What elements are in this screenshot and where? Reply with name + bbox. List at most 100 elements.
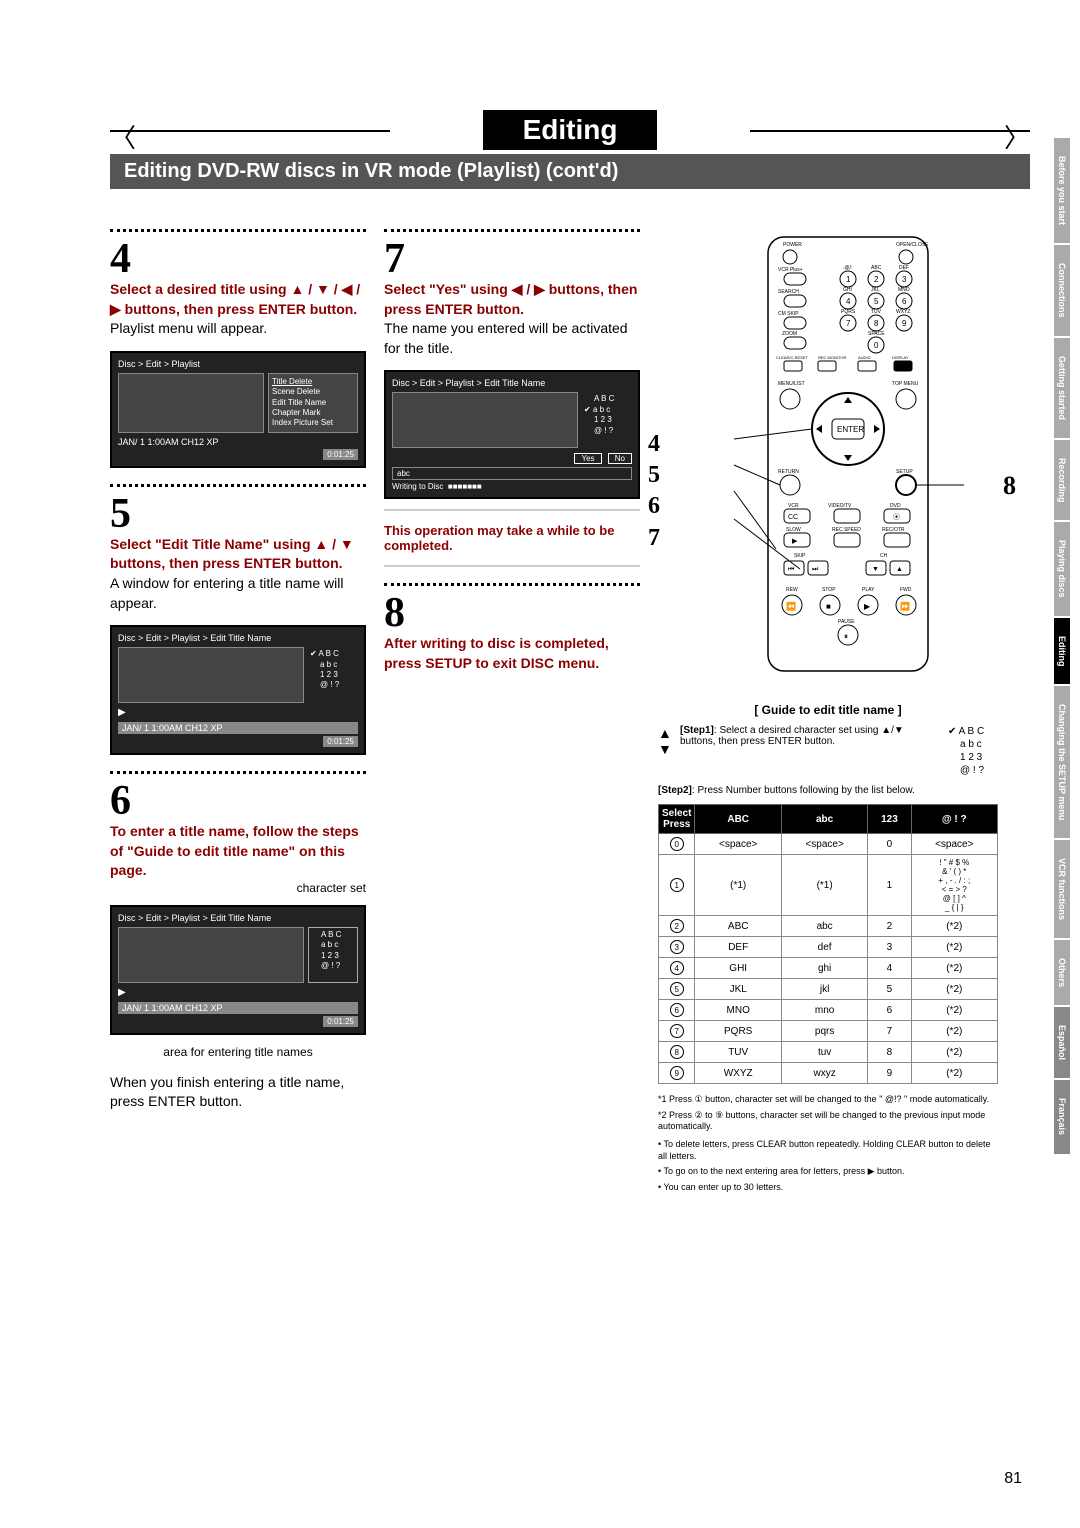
svg-text:0: 0 — [874, 341, 879, 350]
step-4-number: 4 — [110, 238, 366, 280]
svg-text:REC SPEED: REC SPEED — [832, 527, 861, 533]
svg-text:ZOOM: ZOOM — [782, 331, 797, 337]
tab-francais[interactable]: Français — [1054, 1080, 1070, 1153]
character-set-label: character set — [110, 881, 366, 895]
tab-recording[interactable]: Recording — [1054, 440, 1070, 521]
svg-text:⏩: ⏩ — [900, 601, 910, 611]
step-5-heading: Select "Edit Title Name" using ▲ / ▼ but… — [110, 535, 366, 574]
step-6-number: 6 — [110, 780, 366, 822]
svg-text:⏮: ⏮ — [788, 566, 794, 573]
remote-control-icon: POWER OPEN/CLOSE VCR Plus+ 1.@/: 2ABC 3D… — [728, 229, 968, 679]
step-4-heading: Select a desired title using ▲ / ▼ / ◀ /… — [110, 280, 366, 319]
table-row: 3DEFdef3(*2) — [659, 937, 998, 958]
svg-text:2: 2 — [874, 275, 879, 284]
step-5-number: 5 — [110, 493, 366, 535]
tab-getting-started[interactable]: Getting started — [1054, 338, 1070, 438]
screenshot-edit-title-1: Disc > Edit > Playlist > Edit Title Name… — [110, 625, 366, 755]
side-tabs: Before you start Connections Getting sta… — [1054, 138, 1070, 1156]
svg-text:CC: CC — [788, 514, 798, 521]
tab-connections[interactable]: Connections — [1054, 245, 1070, 336]
svg-text:PQRS: PQRS — [841, 309, 856, 315]
svg-text:REC MONITOR: REC MONITOR — [818, 355, 846, 360]
svg-text:DVD: DVD — [890, 503, 901, 509]
tab-before-you-start[interactable]: Before you start — [1054, 138, 1070, 243]
svg-text:CLEAR/C-RESET: CLEAR/C-RESET — [776, 355, 809, 360]
svg-text:▶: ▶ — [864, 602, 871, 611]
svg-text:⏸: ⏸ — [844, 632, 848, 641]
svg-text:JKL: JKL — [871, 287, 880, 293]
svg-text:ENTER: ENTER — [837, 425, 864, 434]
table-row: 5JKLjkl5(*2) — [659, 979, 998, 1000]
step-6-footer: When you finish entering a title name, p… — [110, 1073, 366, 1112]
svg-text:VCR Plus+: VCR Plus+ — [778, 267, 803, 273]
tab-editing[interactable]: Editing — [1054, 618, 1070, 685]
table-row: 7PQRSpqrs7(*2) — [659, 1021, 998, 1042]
svg-text:POWER: POWER — [783, 242, 802, 248]
svg-text:DISPLAY: DISPLAY — [892, 355, 909, 360]
svg-text:SKIP: SKIP — [794, 553, 806, 559]
yes-button[interactable]: Yes — [574, 453, 601, 464]
page-title-banner: 〈 Editing 〉 — [110, 110, 1030, 150]
step-7-body: The name you entered will be activated f… — [384, 319, 640, 358]
svg-text:TOP MENU: TOP MENU — [892, 381, 919, 387]
svg-text:■: ■ — [826, 602, 831, 611]
svg-text:SPACE: SPACE — [868, 331, 885, 337]
svg-text:CM SKIP: CM SKIP — [778, 311, 799, 317]
svg-text:TUV: TUV — [871, 309, 882, 315]
step-7-number: 7 — [384, 238, 640, 280]
step-7-heading: Select "Yes" using ◀ / ▶ buttons, then p… — [384, 280, 640, 319]
svg-text:⦿: ⦿ — [893, 513, 900, 521]
table-row: 2ABCabc2(*2) — [659, 916, 998, 937]
svg-text:RETURN: RETURN — [778, 469, 799, 475]
guide-step-1: ▲▼ [Step1]: Select a desired character s… — [658, 725, 998, 777]
step-4-body: Playlist menu will appear. — [110, 319, 366, 339]
table-row: 8TUVtuv8(*2) — [659, 1042, 998, 1063]
character-table: Select Press ABC abc 123 @ ! ? 0<space><… — [658, 804, 998, 1084]
screenshot-confirm: Disc > Edit > Playlist > Edit Title Name… — [384, 370, 640, 499]
svg-text:STOP: STOP — [822, 587, 836, 593]
chevron-left-icon: 〈 — [110, 118, 136, 155]
table-row: 6MNOmno6(*2) — [659, 1000, 998, 1021]
no-button[interactable]: No — [608, 453, 632, 464]
area-label: area for entering title names — [110, 1045, 366, 1059]
page-title: Editing — [483, 110, 658, 150]
svg-text:VCR: VCR — [788, 503, 799, 509]
screenshot-edit-title-2: Disc > Edit > Playlist > Edit Title Name… — [110, 905, 366, 1035]
svg-text:3: 3 — [902, 275, 907, 284]
svg-text:GHI: GHI — [843, 287, 852, 293]
table-row: 9WXYZwxyz9(*2) — [659, 1063, 998, 1084]
step-8-heading: After writing to disc is completed, pres… — [384, 634, 640, 673]
screenshot-playlist-menu: Disc > Edit > Playlist Title Delete Scen… — [110, 351, 366, 468]
tab-espanol[interactable]: Español — [1054, 1007, 1070, 1078]
step-6-heading: To enter a title name, follow the steps … — [110, 822, 366, 881]
step-8-number: 8 — [384, 592, 640, 634]
tab-others[interactable]: Others — [1054, 940, 1070, 1005]
svg-text:⏭: ⏭ — [812, 566, 819, 573]
svg-text:WXYZ: WXYZ — [896, 309, 910, 315]
svg-text:8: 8 — [874, 319, 879, 328]
svg-text:SEARCH: SEARCH — [778, 289, 799, 295]
guide-step-2: [Step2]: Press Number buttons following … — [658, 785, 998, 796]
svg-text:PLAY: PLAY — [862, 587, 875, 593]
svg-text:▶: ▶ — [792, 538, 798, 545]
svg-text:ABC: ABC — [871, 265, 882, 271]
tab-setup-menu[interactable]: Changing the SETUP menu — [1054, 686, 1070, 838]
svg-text:DEF: DEF — [899, 265, 909, 271]
svg-text:MNO: MNO — [898, 287, 910, 293]
subtitle-bar: Editing DVD-RW discs in VR mode (Playlis… — [110, 154, 1030, 189]
table-row: 1(*1)(*1)1! " # $ % & ' ( ) * + , - . / … — [659, 855, 998, 916]
note-box: This operation may take a while to be co… — [384, 509, 640, 567]
svg-text:SETUP: SETUP — [896, 469, 913, 475]
step-5-body: A window for entering a title name will … — [110, 574, 366, 613]
svg-text:PAUSE: PAUSE — [838, 619, 855, 625]
svg-text:AUDIO: AUDIO — [858, 355, 871, 360]
remote-diagram: 4 5 6 7 8 POWER OPEN/CLOSE VCR Plus+ 1.@… — [658, 229, 998, 679]
svg-text:.@/:: .@/: — [843, 265, 852, 271]
tab-playing-discs[interactable]: Playing discs — [1054, 522, 1070, 616]
svg-text:⏪: ⏪ — [786, 601, 796, 611]
svg-text:6: 6 — [902, 297, 907, 306]
svg-text:FWD: FWD — [900, 587, 912, 593]
svg-text:▲: ▲ — [896, 566, 903, 573]
svg-text:REW: REW — [786, 587, 798, 593]
tab-vcr-functions[interactable]: VCR functions — [1054, 840, 1070, 938]
